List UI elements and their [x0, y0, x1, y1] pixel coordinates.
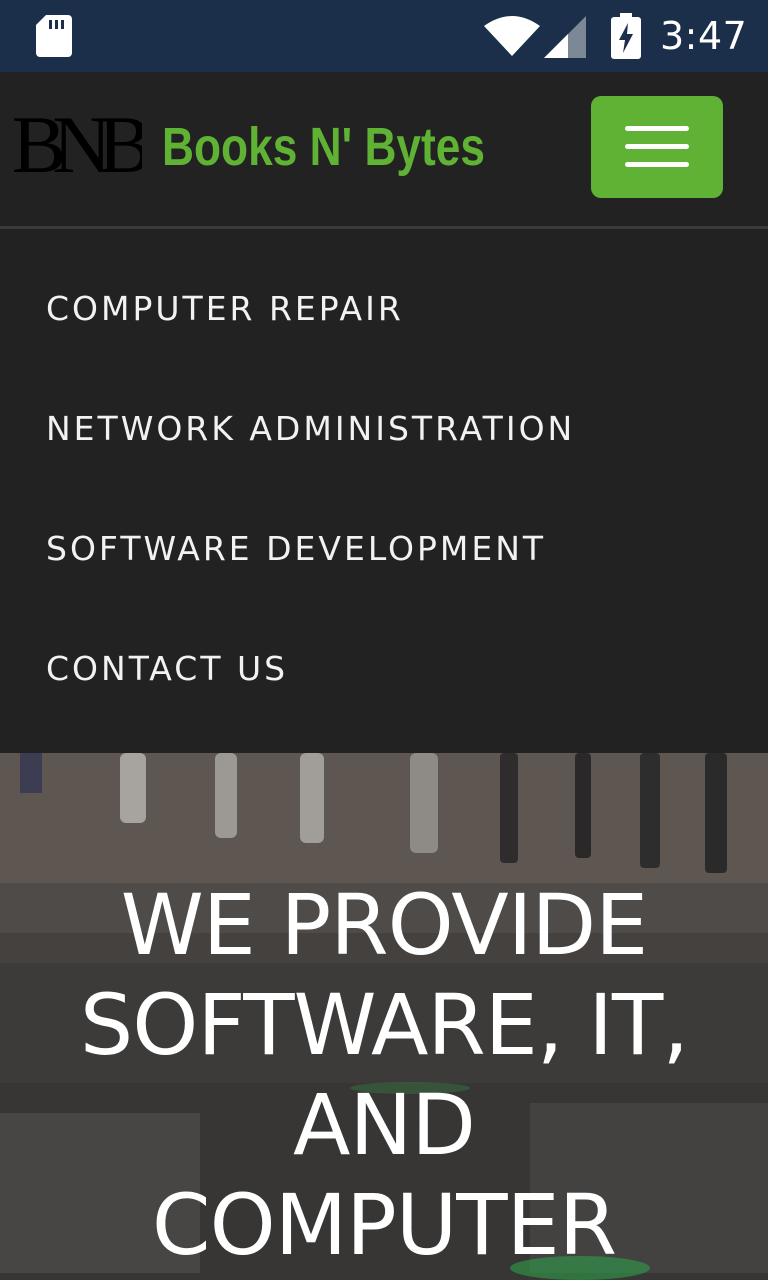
hero-title-line: SOFTWARE, IT,	[79, 976, 689, 1074]
wifi-icon	[484, 16, 540, 60]
sd-card-icon	[36, 15, 72, 61]
nav-link-network-administration[interactable]: NETWORK ADMINISTRATION	[46, 349, 575, 469]
status-time: 3:47	[660, 14, 748, 58]
brand-name[interactable]: Books N' Bytes	[162, 112, 485, 182]
nav-menu: COMPUTER REPAIR NETWORK ADMINISTRATION S…	[0, 229, 768, 753]
hero-section: WE PROVIDE SOFTWARE, IT, AND COMPUTER	[0, 753, 768, 1280]
svg-text:BNB: BNB	[12, 108, 142, 184]
hero-title-line: AND	[293, 1076, 476, 1174]
nav-link-software-development[interactable]: SOFTWARE DEVELOPMENT	[46, 469, 546, 589]
nav-link-contact-us[interactable]: CONTACT US	[46, 589, 288, 709]
hero-title-line: COMPUTER	[151, 1176, 617, 1274]
nav-item-computer-repair[interactable]: COMPUTER REPAIR	[0, 229, 768, 349]
site-header: BNB Books N' Bytes	[0, 72, 768, 229]
hero-title-line: WE PROVIDE	[120, 876, 648, 974]
status-bar: 3:47	[0, 0, 768, 72]
nav-link-computer-repair[interactable]: COMPUTER REPAIR	[46, 229, 404, 349]
nav-item-network-administration[interactable]: NETWORK ADMINISTRATION	[0, 349, 768, 469]
bnb-logo-icon[interactable]: BNB	[8, 108, 142, 184]
hero-title: WE PROVIDE SOFTWARE, IT, AND COMPUTER	[40, 875, 728, 1275]
menu-toggle-button[interactable]	[591, 96, 723, 198]
battery-charging-icon	[611, 13, 641, 63]
nav-item-contact-us[interactable]: CONTACT US	[0, 589, 768, 709]
nav-item-software-development[interactable]: SOFTWARE DEVELOPMENT	[0, 469, 768, 589]
cellular-signal-icon	[544, 16, 586, 62]
